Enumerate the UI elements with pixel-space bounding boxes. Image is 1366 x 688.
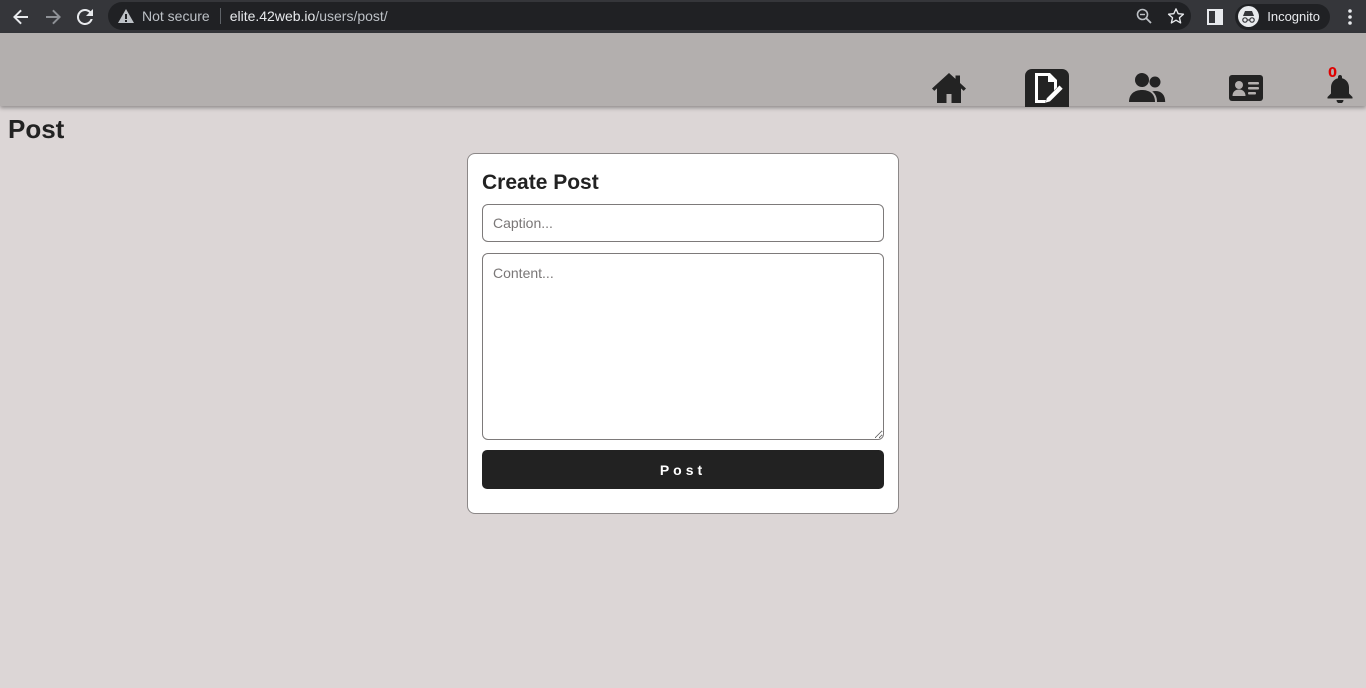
- url-path: /users/post/: [315, 8, 388, 24]
- page-title: Post: [8, 114, 65, 144]
- home-icon: [932, 73, 966, 103]
- back-button[interactable]: [7, 3, 35, 31]
- users-icon: [1129, 73, 1166, 102]
- nav-profile[interactable]: [1224, 69, 1268, 107]
- browser-toolbar: Not secure elite.42web.io/users/post/ In…: [0, 0, 1366, 33]
- nav-users[interactable]: [1125, 69, 1169, 107]
- address-bar[interactable]: Not secure elite.42web.io/users/post/: [108, 2, 1191, 30]
- arrow-right-icon: [46, 9, 61, 24]
- bookmark-star-icon[interactable]: [1167, 7, 1185, 25]
- notification-badge: 0: [1328, 66, 1338, 81]
- incognito-profile-button[interactable]: Incognito: [1235, 3, 1330, 30]
- incognito-label: Incognito: [1267, 9, 1320, 24]
- caption-input[interactable]: [482, 204, 884, 242]
- form-title: Create Post: [482, 171, 599, 194]
- site-header: 0: [0, 33, 1366, 107]
- post-button[interactable]: Post: [482, 450, 884, 489]
- reload-button[interactable]: [71, 3, 99, 31]
- url-text[interactable]: elite.42web.io/users/post/: [230, 8, 388, 24]
- url-host: elite.42web.io: [229, 8, 316, 24]
- nav-notifications[interactable]: 0: [1318, 66, 1362, 107]
- security-label[interactable]: Not secure: [142, 8, 210, 24]
- create-post-card: Create Post Post: [467, 153, 899, 514]
- zoom-icon[interactable]: [1135, 7, 1153, 25]
- incognito-icon: [1238, 6, 1260, 27]
- warning-icon[interactable]: [118, 8, 134, 24]
- more-options-icon[interactable]: [1340, 7, 1360, 27]
- id-card-icon: [1229, 75, 1263, 101]
- reload-icon: [77, 8, 93, 25]
- forward-button[interactable]: [39, 3, 67, 31]
- divider: [219, 8, 221, 24]
- content-textarea[interactable]: [482, 253, 884, 440]
- edit-post-icon: [1035, 73, 1063, 103]
- nav-create-post[interactable]: [1025, 69, 1069, 107]
- side-panel-icon[interactable]: [1205, 7, 1225, 27]
- arrow-left-icon: [13, 9, 28, 24]
- nav-home[interactable]: [927, 69, 971, 107]
